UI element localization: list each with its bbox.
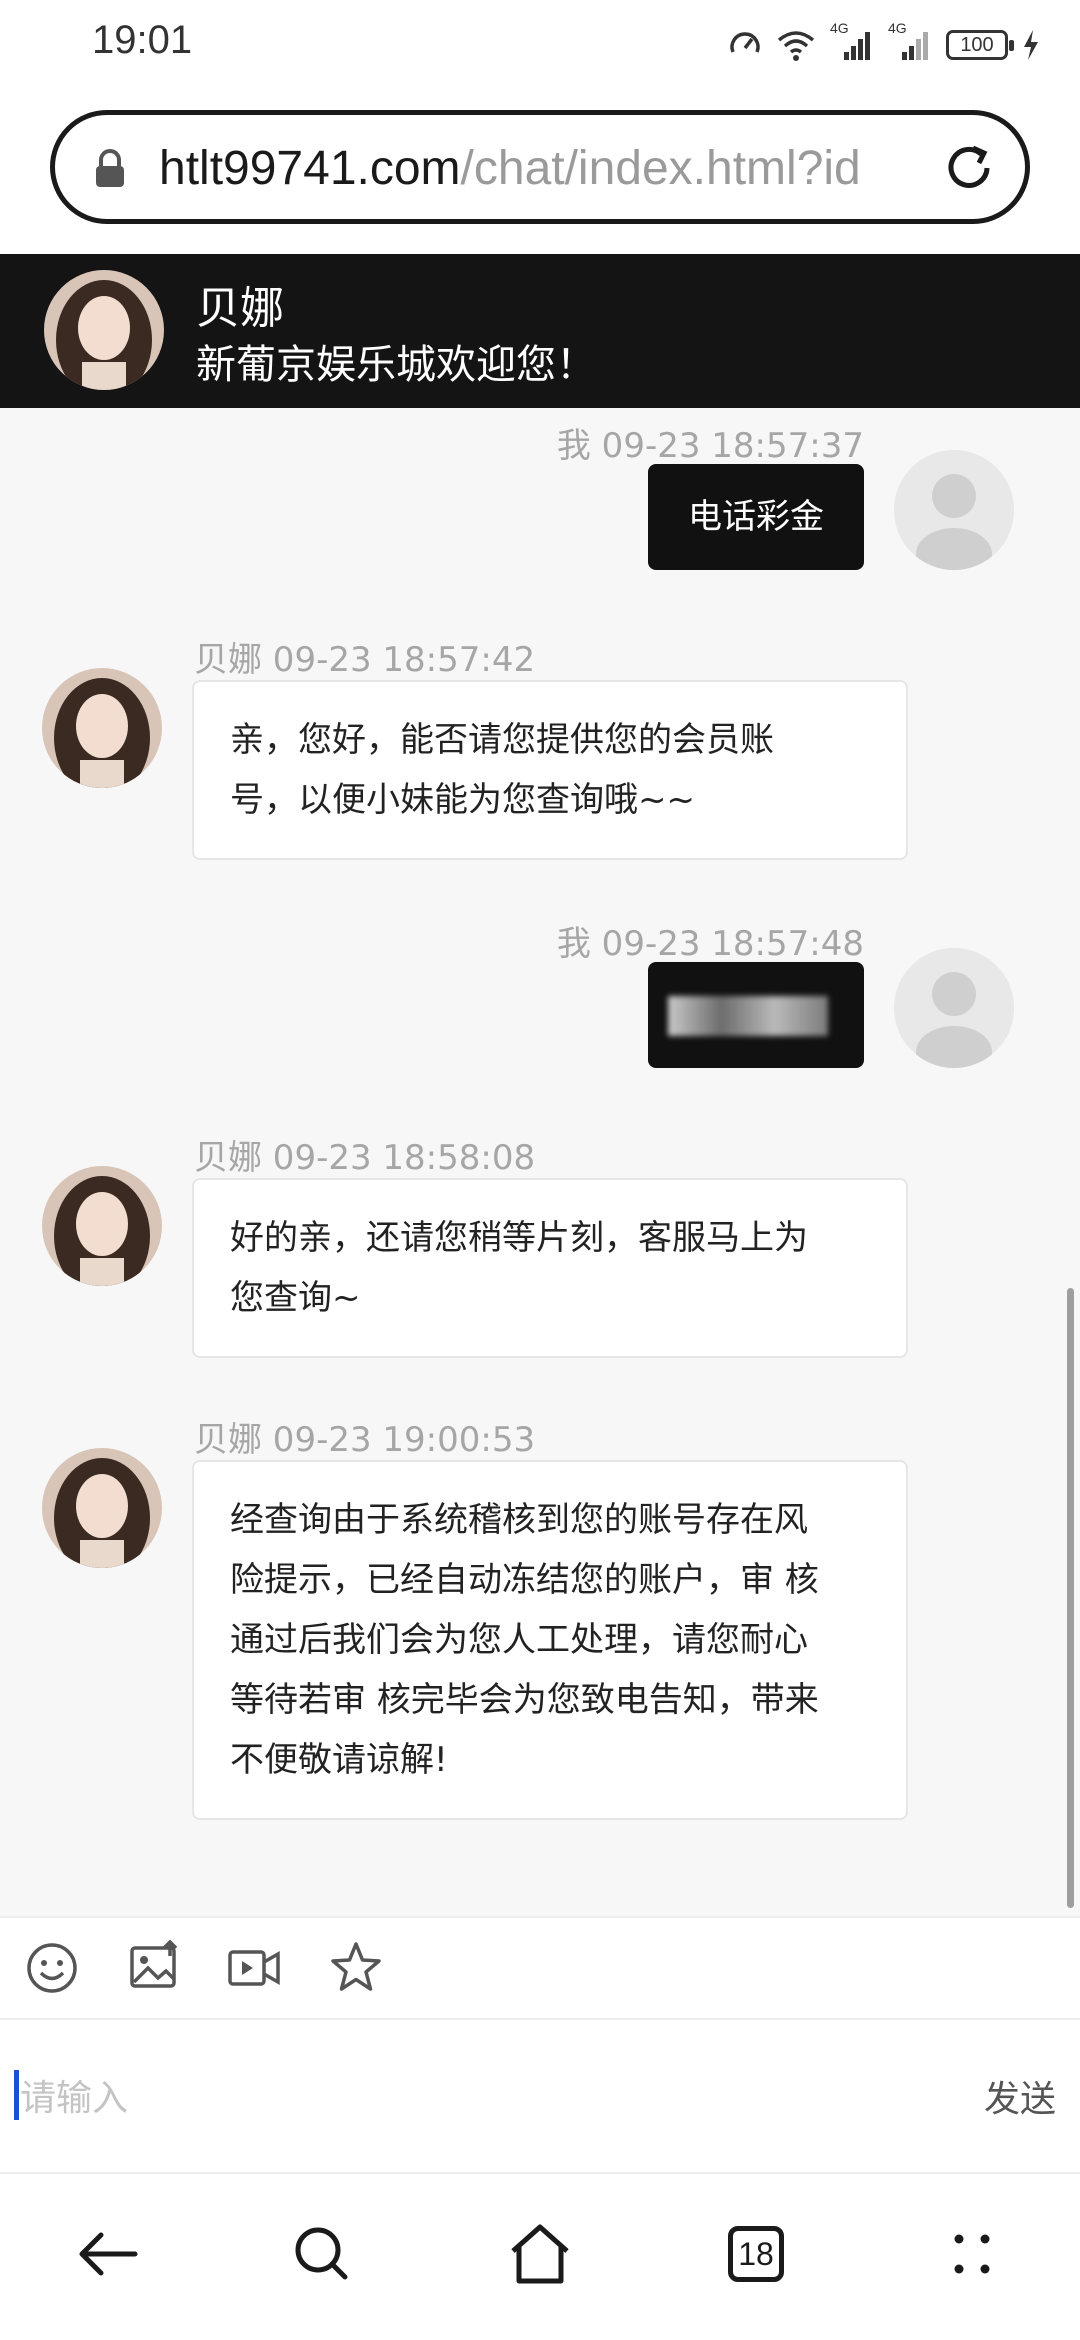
message-line: 通过后我们会为您人工处理，请您耐心 [230,1620,808,1660]
input-row: 发送 [0,2020,1080,2174]
redacted-content [668,996,828,1036]
send-button[interactable]: 发送 [984,2070,1056,2122]
url-path: /chat/index.html?id [460,142,861,195]
tabs-button[interactable]: 18 [716,2214,796,2294]
battery-indicator: 100 [946,30,1014,60]
message-line: 不便敬请谅解! [230,1740,448,1780]
emoji-icon[interactable] [22,1938,82,1998]
message-meta: 我 09-23 18:57:48 [556,924,864,964]
reload-icon[interactable] [941,140,997,200]
user-message-text: 电话彩金 [688,497,824,537]
agent-welcome: 新葡京娱乐城欢迎您！ [196,342,596,388]
message-input[interactable] [14,2062,942,2134]
signal-icon-1: 4G [830,20,874,62]
star-icon[interactable] [326,1938,386,1998]
address-bar[interactable]: htlt99741.com/chat/index.html?id [50,110,1030,224]
chat-header: 贝娜 新葡京娱乐城欢迎您！ [0,254,1080,408]
message-meta: 贝娜 09-23 18:58:08 [194,1138,536,1178]
status-bar: 19:01 4G 4G 100 [0,0,1080,90]
chat-area[interactable]: 我 09-23 18:57:37 电话彩金 贝娜 09-23 18:57:42 … [0,408,1080,1916]
message-line: 亲，您好，能否请您提供您的会员账 [230,720,774,760]
image-upload-icon[interactable] [124,1938,184,1998]
message-line: 险提示，已经自动冻结您的账户，审 核 [230,1560,819,1600]
wifi-icon [776,28,816,62]
message-meta: 我 09-23 18:57:37 [556,426,864,466]
agent-avatar [42,1166,162,1286]
agent-avatar [44,270,164,390]
agent-message-bubble: 好的亲，还请您稍等片刻，客服马上为 您查询~ [192,1178,908,1358]
more-menu-icon[interactable] [932,2214,1012,2294]
message-meta: 贝娜 09-23 18:57:42 [194,640,536,680]
user-message-bubble-redacted [648,962,864,1068]
charging-icon [1022,29,1040,61]
video-icon[interactable] [224,1938,284,1998]
speed-icon [728,28,762,62]
user-message-bubble: 电话彩金 [648,464,864,570]
agent-message-bubble: 经查询由于系统稽核到您的账号存在风 险提示，已经自动冻结您的账户，审 核 通过后… [192,1460,908,1820]
message-meta: 贝娜 09-23 19:00:53 [194,1420,536,1460]
back-icon[interactable] [68,2214,148,2294]
agent-message-bubble: 亲，您好，能否请您提供您的会员账 号，以便小妹能为您查询哦~~ [192,680,908,860]
message-line: 好的亲，还请您稍等片刻，客服马上为 [230,1218,808,1258]
status-icons: 4G 4G 100 [728,20,1040,70]
message-line: 经查询由于系统稽核到您的账号存在风 [230,1500,808,1540]
lock-icon[interactable] [93,149,127,193]
input-toolbar [0,1916,1080,2020]
url-host: htlt99741.com [159,142,461,195]
user-avatar [894,948,1014,1068]
message-line: 号，以便小妹能为您查询哦~~ [230,780,695,820]
status-time: 19:01 [92,18,193,62]
scrollbar[interactable] [1067,1288,1074,1908]
agent-avatar [42,668,162,788]
user-avatar [894,450,1014,570]
url-text[interactable]: htlt99741.com/chat/index.html?id [159,141,949,196]
tabs-count: 18 [728,2226,784,2282]
message-line: 等待若审 核完毕会为您致电告知，带来 [230,1680,819,1720]
bottom-nav: 18 [0,2174,1080,2340]
message-line: 您查询~ [230,1278,361,1318]
search-icon[interactable] [282,2214,362,2294]
home-icon[interactable] [500,2214,580,2294]
agent-avatar [42,1448,162,1568]
signal-icon-2: 4G [888,20,932,62]
agent-name: 贝娜 [196,283,284,334]
